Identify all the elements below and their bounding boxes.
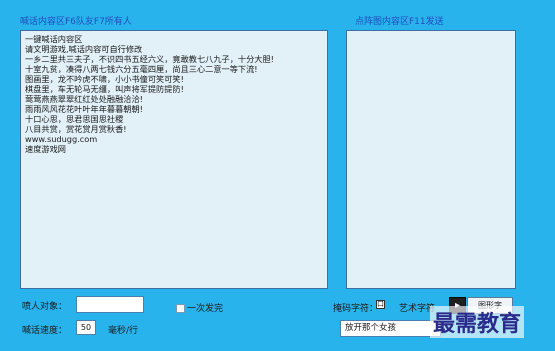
shout-text-line: 一键喊话内容区 (25, 34, 83, 44)
shout-text-line: 十口心思，思君思国思社稷 (25, 114, 124, 124)
target-label: 喷人对象： (22, 302, 68, 312)
shout-text-line: 雨雨风风花花叶叶年年暮暮朝朝! (25, 104, 143, 114)
speed-unit-label: 毫秒/行 (108, 326, 139, 336)
mask-char-input[interactable]: 口 (376, 300, 385, 309)
shout-area-title: 喊话内容区F6队友F7所有人 (20, 17, 132, 27)
mask-char-label: 掩码字符： (333, 304, 379, 314)
target-input[interactable] (76, 296, 144, 313)
art-style-select[interactable]: 放开那个女孩 (340, 320, 441, 337)
shout-text-line: 一乡二里共三夫子，不识四书五经六义，竟敢教七八九子，十分大胆! (25, 54, 274, 64)
shout-content-textarea[interactable]: 一键喊话内容区 请文明游戏,喊话内容可自行修改 一乡二里共三夫子，不识四书五经六义，… (20, 30, 328, 289)
shout-text-line: 八目共赏，赏花赏月赏秋香! (25, 124, 127, 134)
speed-input[interactable]: 50 (76, 320, 96, 335)
shout-text-line: 棋盘里，车无轮马无缰，叫声将军提防提防! (25, 84, 184, 94)
shout-text-line: www.sudugg.com (25, 134, 98, 144)
shout-text-line: 图画里，龙不吟虎不啸，小小书僮可笑可笑! (25, 74, 184, 84)
speed-label: 喊话速度： (22, 326, 68, 336)
shout-text-line: 十室九贫，凑得八两七钱六分五毫四厘，尚且三心二意一等下流! (25, 64, 258, 74)
shout-text-line: 速度游戏网 (25, 144, 66, 154)
shout-text-line: 莺莺燕燕翠翠红红处处融融洽洽! (25, 94, 143, 104)
shout-text-line: 请文明游戏,喊话内容可自行修改 (25, 44, 143, 54)
watermark-logo: 最需教育 (430, 306, 525, 338)
dot-matrix-content-textarea[interactable] (346, 30, 516, 289)
send-all-once-label: 一次发完 (187, 304, 224, 314)
send-all-once-checkbox[interactable] (176, 304, 185, 313)
dot-matrix-area-title: 点阵图内容区F11发送 (355, 17, 444, 27)
